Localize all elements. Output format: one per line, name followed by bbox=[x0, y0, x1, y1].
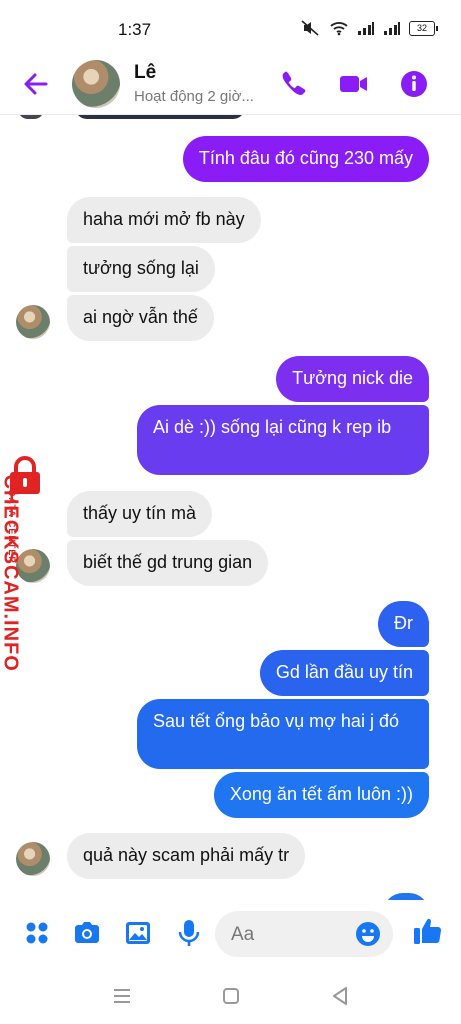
message-text: haha mới mở fb này bbox=[83, 209, 245, 229]
phone-call-icon[interactable] bbox=[276, 68, 308, 100]
message-bubble-received[interactable]: tưởng sống lại bbox=[67, 246, 215, 292]
battery-icon: 32 bbox=[409, 20, 438, 36]
chat-header: Lê Hoạt động 2 giờ... bbox=[0, 58, 461, 115]
message-text: Gd lần đầu uy tín bbox=[275, 662, 413, 682]
gallery-icon[interactable] bbox=[123, 918, 153, 948]
message-bubble-sent[interactable]: Xong ăn tết ấm luôn :)) bbox=[213, 772, 429, 818]
status-icons: 32 bbox=[301, 20, 438, 36]
message-text: tưởng sống lại bbox=[83, 258, 199, 278]
message-text: quả này scam phải mấy tr bbox=[83, 845, 290, 865]
message-list[interactable]: Tính đâu đó cũng 230 mấy haha mới mở fb … bbox=[0, 115, 461, 900]
system-navigation-bar bbox=[0, 970, 461, 1024]
message-bubble-received[interactable]: biết thế gd trung gian bbox=[67, 540, 269, 586]
signal-icon bbox=[358, 22, 374, 35]
message-bubble-sent[interactable]: Ai dè :)) sống lại cũng k rep ib bbox=[137, 405, 429, 475]
message-bubble-sent[interactable]: Tính đâu đó cũng 230 mấy bbox=[182, 136, 429, 182]
message-input-placeholder: Aa bbox=[231, 924, 255, 945]
back-nav-icon[interactable] bbox=[328, 984, 352, 1008]
message-text: thấy uy tín mà bbox=[83, 503, 197, 523]
watermark-title: CHECKSCAM.INFO bbox=[0, 474, 22, 672]
message-text: Đr bbox=[394, 613, 413, 633]
message-bubble-received[interactable]: quả này scam phải mấy tr bbox=[67, 833, 306, 879]
message-text: Sau tết ổng bảo vụ mợ hai j đó bbox=[153, 711, 399, 731]
message-text: Ai dè :)) sống lại cũng k rep ib bbox=[153, 417, 392, 437]
message-bubble-sent[interactable]: Tưởng nick die bbox=[276, 356, 429, 402]
status-time: 1:37 bbox=[118, 20, 152, 39]
mute-icon bbox=[301, 20, 319, 36]
camera-icon[interactable] bbox=[72, 918, 102, 948]
message-bubble-sent[interactable]: Đr bbox=[378, 601, 429, 647]
previous-message-fragment bbox=[75, 115, 245, 119]
like-thumbs-up-icon[interactable] bbox=[412, 915, 444, 947]
message-bubble-sent[interactable]: Sau tết ổng bảo vụ mợ hai j đó bbox=[137, 699, 429, 769]
sender-avatar[interactable] bbox=[16, 842, 50, 876]
message-text: biết thế gd trung gian bbox=[83, 552, 253, 572]
wifi-icon bbox=[330, 22, 348, 36]
message-bubble-received[interactable]: ai ngờ vẫn thế bbox=[67, 295, 214, 341]
home-icon[interactable] bbox=[219, 984, 243, 1008]
contact-avatar[interactable] bbox=[72, 60, 120, 108]
message-text: ai ngờ vẫn thế bbox=[83, 307, 198, 327]
contact-status: Hoạt động 2 giờ... bbox=[134, 88, 254, 105]
more-actions-icon[interactable] bbox=[22, 918, 52, 948]
status-bar: 1:37 32 bbox=[0, 0, 461, 58]
signal-2-icon bbox=[384, 22, 400, 35]
microphone-icon[interactable] bbox=[174, 918, 204, 948]
next-message-fragment bbox=[383, 893, 429, 900]
message-text: Xong ăn tết ấm luôn :)) bbox=[229, 784, 413, 804]
recent-apps-icon[interactable] bbox=[110, 984, 134, 1008]
info-icon[interactable] bbox=[398, 68, 430, 100]
video-call-icon[interactable] bbox=[337, 68, 369, 100]
sender-avatar[interactable] bbox=[16, 305, 50, 339]
message-input[interactable]: Aa bbox=[215, 911, 393, 957]
previous-avatar-fragment bbox=[18, 115, 44, 119]
message-bubble-received[interactable]: haha mới mở fb này bbox=[67, 197, 261, 243]
message-composer: Aa bbox=[0, 900, 461, 970]
emoji-icon[interactable] bbox=[355, 921, 381, 947]
message-text: Tưởng nick die bbox=[292, 368, 413, 388]
message-bubble-sent[interactable]: Gd lần đầu uy tín bbox=[259, 650, 429, 696]
message-text: Tính đâu đó cũng 230 mấy bbox=[198, 148, 413, 168]
message-bubble-received[interactable]: thấy uy tín mà bbox=[67, 491, 213, 537]
back-arrow-icon[interactable] bbox=[20, 68, 52, 100]
contact-name[interactable]: Lê bbox=[134, 62, 156, 84]
